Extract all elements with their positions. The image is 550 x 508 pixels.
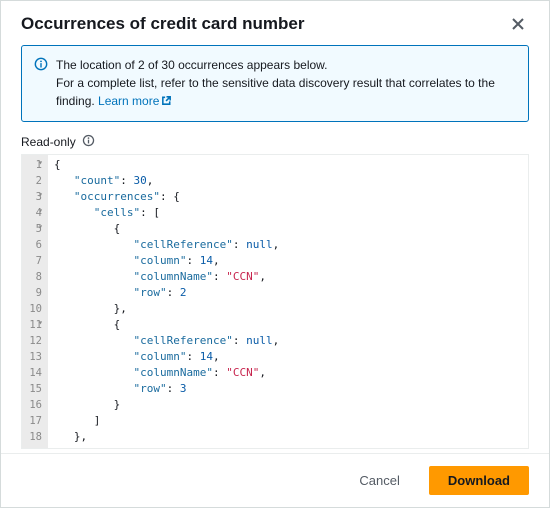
editor-gutter: 1▾23▾4▾5▾67891011▾121314151617181920 xyxy=(22,155,48,449)
modal-title: Occurrences of credit card number xyxy=(21,14,304,34)
modal-header: Occurrences of credit card number xyxy=(1,1,549,45)
info-icon xyxy=(82,134,95,150)
info-line-1: The location of 2 of 30 occurrences appe… xyxy=(56,58,328,72)
fold-toggle-icon[interactable]: ▾ xyxy=(38,223,43,231)
modal-body: The location of 2 of 30 occurrences appe… xyxy=(1,45,549,453)
info-alert: The location of 2 of 30 occurrences appe… xyxy=(21,45,529,122)
info-icon xyxy=(34,56,48,111)
readonly-label-row: Read-only xyxy=(21,134,529,150)
code-editor: 1▾23▾4▾5▾67891011▾121314151617181920 { "… xyxy=(21,154,529,449)
cancel-button[interactable]: Cancel xyxy=(340,466,418,495)
info-text: The location of 2 of 30 occurrences appe… xyxy=(56,56,516,111)
download-button[interactable]: Download xyxy=(429,466,529,495)
modal-footer: Cancel Download xyxy=(1,453,549,507)
fold-toggle-icon[interactable]: ▾ xyxy=(38,159,43,167)
modal-dialog: Occurrences of credit card number The lo… xyxy=(1,1,549,507)
readonly-label: Read-only xyxy=(21,135,76,149)
fold-toggle-icon[interactable]: ▾ xyxy=(38,191,43,199)
close-icon xyxy=(511,19,525,34)
fold-toggle-icon[interactable]: ▾ xyxy=(38,207,43,215)
close-button[interactable] xyxy=(507,13,529,35)
editor-code: { "count": 30, "occurrences": { "cells":… xyxy=(48,155,528,449)
external-link-icon xyxy=(161,93,172,111)
learn-more-link[interactable]: Learn more xyxy=(98,94,172,108)
fold-toggle-icon[interactable]: ▾ xyxy=(38,319,43,327)
